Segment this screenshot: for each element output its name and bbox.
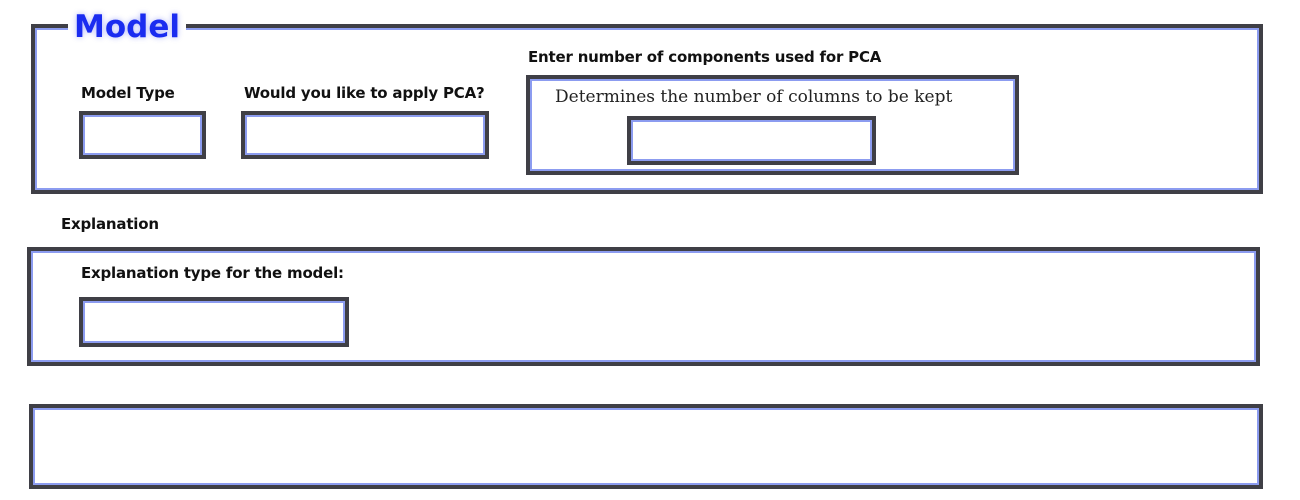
model-type-label: Model Type: [81, 84, 175, 102]
explanation-heading: Explanation: [61, 215, 159, 233]
pca-components-label: Enter number of components used for PCA: [528, 48, 882, 66]
pca-question-label: Would you like to apply PCA?: [244, 84, 485, 102]
output-panel: [29, 404, 1263, 489]
pca-components-input[interactable]: [627, 116, 876, 165]
apply-pca-input[interactable]: [241, 111, 489, 159]
model-section-legend: Model: [68, 8, 186, 46]
model-type-input[interactable]: [79, 111, 206, 159]
explanation-type-label: Explanation type for the model:: [81, 264, 344, 282]
pca-components-hint: Determines the number of columns to be k…: [555, 87, 953, 107]
explanation-type-input[interactable]: [79, 297, 349, 347]
